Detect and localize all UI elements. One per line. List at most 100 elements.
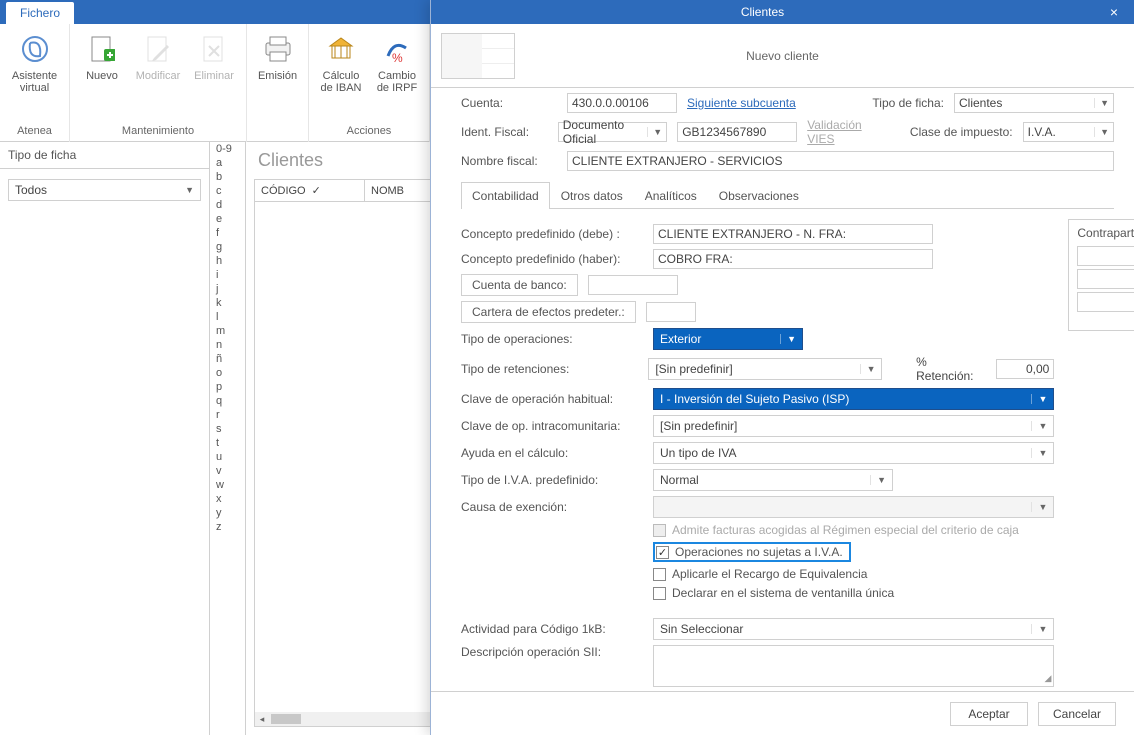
az-a[interactable]: a xyxy=(210,156,245,170)
group-maint: Mantenimiento xyxy=(122,123,194,140)
chevron-down-icon: ▼ xyxy=(1031,624,1047,634)
tipo-ficha-select[interactable]: Clientes▼ xyxy=(954,93,1114,113)
cp-input-3[interactable] xyxy=(1077,292,1134,312)
ok-button[interactable]: Aceptar xyxy=(950,702,1028,726)
tab-observaciones[interactable]: Observaciones xyxy=(708,182,810,209)
az-d[interactable]: d xyxy=(210,198,245,212)
concepto-haber-label: Concepto predefinido (haber): xyxy=(461,252,643,266)
clave-op-select[interactable]: I - Inversión del Sujeto Pasivo (ISP)▼ xyxy=(653,388,1054,410)
az-j[interactable]: j xyxy=(210,282,245,296)
ayuda-select[interactable]: Un tipo de IVA▼ xyxy=(653,442,1054,464)
act-1kb-select[interactable]: Sin Seleccionar▼ xyxy=(653,618,1054,640)
concepto-haber-input[interactable]: COBRO FRA: xyxy=(653,249,933,269)
client-dialog: Clientes × Nuevo cliente Cuenta: Siguien… xyxy=(430,0,1134,735)
chevron-down-icon: ▼ xyxy=(1031,448,1047,458)
chevron-down-icon: ▼ xyxy=(647,127,662,137)
az-h[interactable]: h xyxy=(210,254,245,268)
az-v[interactable]: v xyxy=(210,464,245,478)
svg-text:%: % xyxy=(392,51,403,64)
tipo-ret-label: Tipo de retenciones: xyxy=(461,362,638,376)
ident-input[interactable] xyxy=(677,122,797,142)
tipo-op-select[interactable]: Exterior▼ xyxy=(653,328,803,350)
pct-ret-input[interactable]: 0,00 xyxy=(996,359,1055,379)
checkbox-icon xyxy=(653,568,666,581)
az-p[interactable]: p xyxy=(210,380,245,394)
concepto-debe-input[interactable]: CLIENTE EXTRANJERO - N. FRA: xyxy=(653,224,933,244)
az-z[interactable]: z xyxy=(210,520,245,534)
az-l[interactable]: l xyxy=(210,310,245,324)
chk-no-sujetas[interactable]: Operaciones no sujetas a I.V.A. xyxy=(656,545,843,559)
clave-intra-select[interactable]: [Sin predefinir]▼ xyxy=(653,415,1054,437)
az-w[interactable]: w xyxy=(210,478,245,492)
tipo-ret-select[interactable]: [Sin predefinir]▼ xyxy=(648,358,882,380)
chk-ventanilla[interactable]: Declarar en el sistema de ventanilla úni… xyxy=(653,586,894,600)
new-icon xyxy=(85,32,119,66)
tab-contabilidad[interactable]: Contabilidad xyxy=(461,182,550,209)
modify-button: Modificar xyxy=(132,28,184,123)
emit-icon xyxy=(261,32,295,66)
iban-button[interactable]: Cálculo de IBAN xyxy=(315,28,367,123)
az-t[interactable]: t xyxy=(210,436,245,450)
az-c[interactable]: c xyxy=(210,184,245,198)
assistant-button[interactable]: Asistente virtual xyxy=(4,28,66,123)
irpf-icon: % xyxy=(380,32,414,66)
resize-grip-icon[interactable]: ◢ xyxy=(1044,673,1051,684)
az-r[interactable]: r xyxy=(210,408,245,422)
az-ñ[interactable]: ñ xyxy=(210,352,245,366)
emit-button[interactable]: Emisión xyxy=(252,28,304,123)
scroll-left-icon[interactable]: ◂ xyxy=(255,712,269,726)
chk-recargo[interactable]: Aplicarle el Recargo de Equivalencia xyxy=(653,567,867,581)
ident-type-select[interactable]: Documento Oficial▼ xyxy=(558,122,667,142)
az-index[interactable]: 0-9abcdefghijklmnñopqrstuvwxyz xyxy=(210,142,246,735)
cp-input-1[interactable] xyxy=(1077,246,1134,266)
desc-sii-textarea[interactable]: ◢ xyxy=(653,645,1054,687)
tab-otros[interactable]: Otros datos xyxy=(550,182,634,209)
tab-analiticos[interactable]: Analíticos xyxy=(634,182,708,209)
iban-icon xyxy=(324,32,358,66)
az-f[interactable]: f xyxy=(210,226,245,240)
ident-label: Ident. Fiscal: xyxy=(461,125,548,139)
tab-fichero[interactable]: Fichero xyxy=(6,2,74,24)
vies-link[interactable]: Validación VIES xyxy=(807,118,884,146)
filter-combo[interactable]: Todos ▼ xyxy=(8,179,201,201)
causa-ex-label: Causa de exención: xyxy=(461,500,643,514)
scroll-thumb[interactable] xyxy=(271,714,301,724)
cuenta-input[interactable] xyxy=(567,93,677,113)
chk-criterio-caja: Admite facturas acogidas al Régimen espe… xyxy=(653,523,1019,537)
cp-input-2[interactable] xyxy=(1077,269,1134,289)
az-u[interactable]: u xyxy=(210,450,245,464)
cartera-input[interactable] xyxy=(646,302,696,322)
az-m[interactable]: m xyxy=(210,324,245,338)
tipo-iva-select[interactable]: Normal▼ xyxy=(653,469,893,491)
next-subaccount-link[interactable]: Siguiente subcuenta xyxy=(687,96,796,110)
az-x[interactable]: x xyxy=(210,492,245,506)
highlight-box: Operaciones no sujetas a I.V.A. xyxy=(653,542,851,562)
az-y[interactable]: y xyxy=(210,506,245,520)
irpf-button[interactable]: % Cambio de IRPF xyxy=(371,28,423,123)
group-acciones: Acciones xyxy=(347,123,392,140)
az-g[interactable]: g xyxy=(210,240,245,254)
close-button[interactable]: × xyxy=(1094,4,1134,20)
az-n[interactable]: n xyxy=(210,338,245,352)
cartera-button[interactable]: Cartera de efectos predeter.: xyxy=(461,301,636,323)
clase-imp-select[interactable]: I.V.A.▼ xyxy=(1023,122,1114,142)
az-q[interactable]: q xyxy=(210,394,245,408)
nombre-label: Nombre fiscal: xyxy=(461,154,557,168)
az-0-9[interactable]: 0-9 xyxy=(210,142,245,156)
contrapartidas-panel: Contrapartidas (F10) …… …… …… xyxy=(1068,219,1134,331)
nombre-input[interactable] xyxy=(567,151,1114,171)
modify-icon xyxy=(141,32,175,66)
az-e[interactable]: e xyxy=(210,212,245,226)
new-button[interactable]: Nuevo xyxy=(76,28,128,123)
cancel-button[interactable]: Cancelar xyxy=(1038,702,1116,726)
az-k[interactable]: k xyxy=(210,296,245,310)
cuenta-banco-button[interactable]: Cuenta de banco: xyxy=(461,274,578,296)
chevron-down-icon: ▼ xyxy=(860,364,876,374)
act-1kb-label: Actividad para Código 1kB: xyxy=(461,622,643,636)
az-i[interactable]: i xyxy=(210,268,245,282)
cuenta-banco-input[interactable] xyxy=(588,275,678,295)
az-b[interactable]: b xyxy=(210,170,245,184)
az-o[interactable]: o xyxy=(210,366,245,380)
az-s[interactable]: s xyxy=(210,422,245,436)
desc-sii-label: Descripción operación SII: xyxy=(461,645,643,659)
